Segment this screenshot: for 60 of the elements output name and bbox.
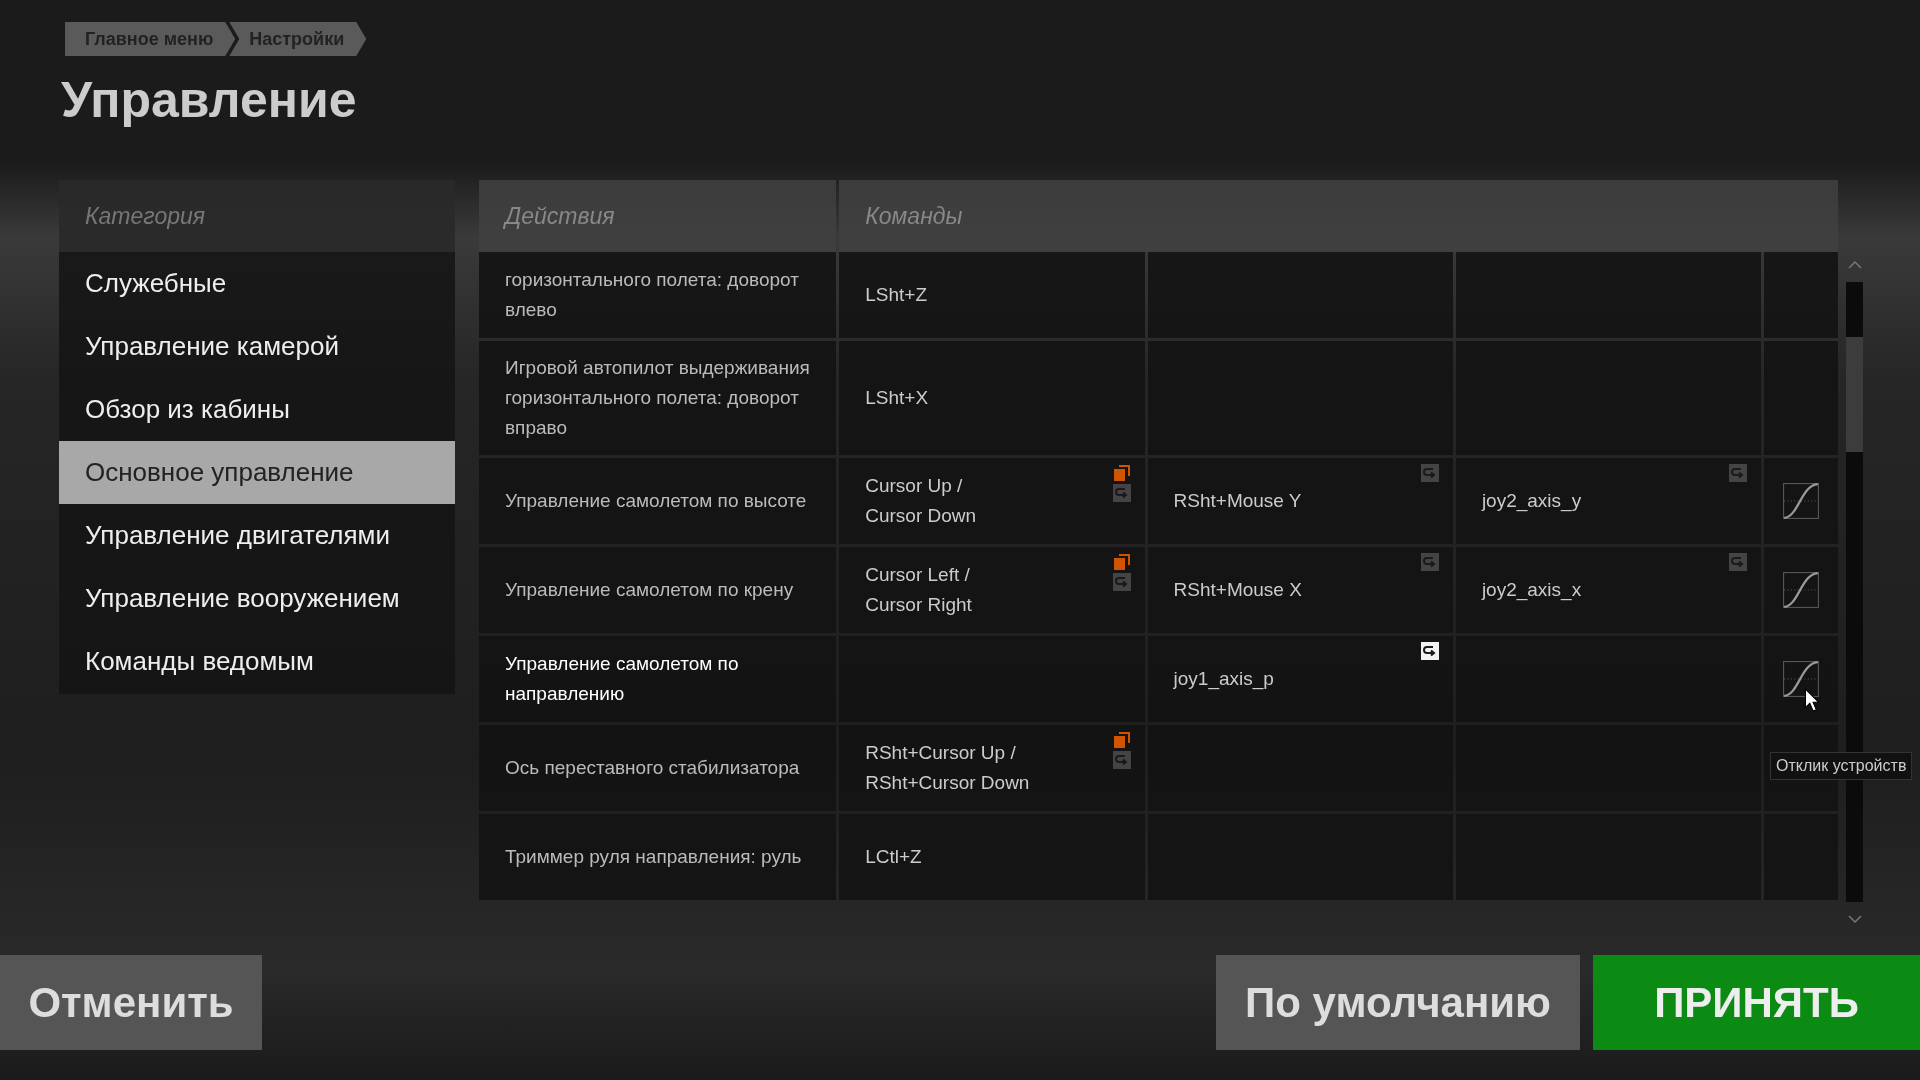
binding-cell[interactable]: RSht+Cursor Up / RSht+Cursor Down <box>839 725 1145 811</box>
binding-cell[interactable]: joy2_axis_x <box>1455 547 1762 633</box>
category-item[interactable]: Команды ведомым <box>59 630 455 693</box>
binding-text: joy1_axis_p <box>1173 667 1274 692</box>
binding-text: RSht+Mouse X <box>1173 578 1302 602</box>
action-cell[interactable]: Игровой автопилот выдерживания горизонтального полета: доворот вправо <box>479 341 837 455</box>
defaults-button[interactable]: По умолчанию <box>1216 955 1580 1050</box>
binding-text: LCtl+Z <box>865 845 922 869</box>
page-title: Управление <box>61 71 358 130</box>
binding-text: LSht+X <box>865 386 929 410</box>
reset-icon[interactable] <box>1420 642 1439 660</box>
binding-cell[interactable]: Cursor Up / Cursor Down <box>839 458 1145 544</box>
action-cell[interactable]: Управление самолетом по высоте <box>479 458 837 544</box>
response-curve-button[interactable] <box>1764 636 1838 722</box>
column-header: Команды <box>839 180 1838 252</box>
binding-text: RSht+Cursor Up / RSht+Cursor Down <box>865 741 1030 795</box>
action-cell[interactable]: Управление самолетом по направлению <box>479 636 837 722</box>
scrollbar-thumb[interactable] <box>1846 337 1863 452</box>
binding-text: LSht+Z <box>865 283 927 307</box>
binding-text: Cursor Up / Cursor Down <box>865 474 977 528</box>
cancel-button[interactable]: Отменить <box>0 955 262 1050</box>
category-item[interactable]: Обзор из кабины <box>59 378 455 441</box>
curve-graph-icon <box>1783 483 1820 519</box>
binding-cell[interactable]: RSht+Mouse Y <box>1147 458 1453 544</box>
binding-text: joy2_axis_y <box>1481 489 1582 514</box>
scroll-down-icon[interactable] <box>1846 914 1863 924</box>
category-item[interactable]: Основное управление <box>59 441 455 504</box>
conflict-icon <box>1112 464 1131 482</box>
binding-cell[interactable]: LSht+Z <box>839 252 1145 338</box>
accept-button[interactable]: ПРИНЯТЬ <box>1593 955 1920 1050</box>
action-cell[interactable]: Триммер руля направления: руль <box>479 814 837 900</box>
action-cell[interactable]: Управление самолетом по крену <box>479 547 837 633</box>
action-cell[interactable]: Ось переставного стабилизатора <box>479 725 837 811</box>
binding-cell[interactable]: joy1_axis_p <box>1147 636 1453 722</box>
binding-cell[interactable] <box>1455 341 1762 455</box>
category-item[interactable]: Управление вооружением <box>59 567 455 630</box>
curve-graph-icon <box>1783 661 1820 697</box>
category-item[interactable]: Служебные <box>59 252 455 315</box>
binding-cell[interactable]: LSht+X <box>839 341 1145 455</box>
column-header: Действия <box>479 180 837 252</box>
binding-cell[interactable]: RSht+Mouse X <box>1147 547 1453 633</box>
conflict-icon <box>1112 731 1131 749</box>
action-cell[interactable]: горизонтального полета: доворот влево <box>479 252 837 338</box>
binding-cell[interactable]: LCtl+Z <box>839 814 1145 900</box>
binding-text: RSht+Mouse Y <box>1173 489 1302 513</box>
binding-cell[interactable] <box>1455 252 1762 338</box>
mouse-cursor-icon <box>1804 688 1821 712</box>
curve-graph-icon <box>1783 572 1820 608</box>
binding-cell[interactable]: joy2_axis_y <box>1455 458 1762 544</box>
tooltip: Отклик устройств <box>1770 752 1913 780</box>
binding-cell[interactable]: Cursor Left / Cursor Right <box>839 547 1145 633</box>
binding-text: Cursor Left / Cursor Right <box>865 563 972 617</box>
binding-cell[interactable] <box>1147 341 1453 455</box>
binding-cell[interactable] <box>1147 252 1453 338</box>
category-header: Категория <box>59 180 455 252</box>
binding-text: joy2_axis_x <box>1481 578 1582 603</box>
scroll-up-icon[interactable] <box>1846 260 1863 270</box>
category-item[interactable]: Управление двигателями <box>59 504 455 567</box>
conflict-icon <box>1112 553 1131 571</box>
category-item[interactable]: Управление камерой <box>59 315 455 378</box>
